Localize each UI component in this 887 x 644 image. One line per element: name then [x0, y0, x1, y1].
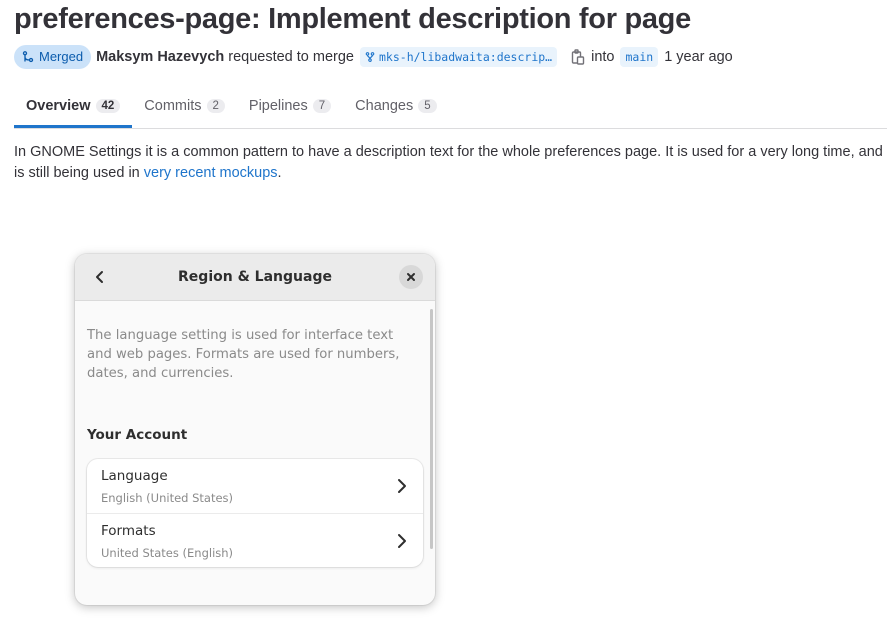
row-subtitle: English (United States): [101, 491, 234, 505]
description-end: .: [277, 165, 282, 181]
merge-request-description: In GNOME Settings it is a common pattern…: [14, 142, 887, 184]
tab-count: 7: [312, 99, 332, 113]
close-button[interactable]: [399, 265, 423, 289]
merge-request-meta: Merged Maksym Hazevych requested to merg…: [14, 44, 733, 69]
window-content: The language setting is used for interfa…: [75, 301, 435, 605]
group-title: Your Account: [87, 427, 188, 443]
tab-count: 2: [206, 99, 225, 113]
tab-label: Commits: [144, 98, 202, 114]
tab-label: Changes: [355, 98, 414, 114]
window-title: Region & Language: [178, 269, 332, 285]
chevron-left-icon: [96, 271, 103, 283]
row-formats[interactable]: Formats United States (English): [87, 513, 423, 567]
tab-label: Pipelines: [248, 98, 308, 114]
preferences-group: Language English (United States) Formats…: [87, 459, 423, 567]
tab-commits[interactable]: Commits 2: [132, 85, 237, 127]
window-header: Region & Language: [75, 254, 435, 301]
tab-count: 42: [95, 99, 121, 113]
back-button[interactable]: [87, 264, 113, 290]
tab-pipelines[interactable]: Pipelines 7: [237, 85, 343, 127]
chevron-right-icon: [398, 534, 406, 548]
row-title: Formats: [101, 523, 156, 539]
into-text: into: [591, 48, 615, 65]
page-description: The language setting is used for interfa…: [87, 328, 400, 381]
merge-icon: [22, 50, 34, 62]
source-branch[interactable]: mks-h/libadwaita:descrip…: [360, 46, 558, 67]
author-link[interactable]: Maksym Hazevych: [96, 49, 224, 65]
tab-changes[interactable]: Changes 5: [343, 85, 448, 127]
mockups-link[interactable]: very recent mockups: [144, 165, 278, 181]
row-language[interactable]: Language English (United States): [87, 459, 423, 513]
time-ago: 1 year ago: [664, 48, 733, 65]
status-badge: Merged: [14, 44, 92, 69]
row-title: Language: [101, 468, 168, 484]
tab-count: 5: [418, 99, 437, 113]
source-branch-label: mks-h/libadwaita:descrip…: [379, 49, 553, 64]
target-branch[interactable]: main: [620, 46, 659, 67]
tab-overview[interactable]: Overview 42: [14, 85, 133, 128]
copy-icon: [571, 48, 585, 65]
close-icon: [407, 273, 415, 281]
row-subtitle: United States (English): [101, 546, 234, 560]
mockup-screenshot-window: Region & Language The language setting i…: [75, 254, 435, 605]
chevron-right-icon: [398, 479, 406, 493]
action-text: requested to merge: [228, 48, 354, 65]
scrollbar[interactable]: [430, 309, 433, 549]
fork-icon: [365, 51, 375, 62]
status-badge-label: Merged: [39, 49, 84, 64]
copy-branch-button[interactable]: [571, 48, 585, 65]
merge-request-tabs: Overview 42 Commits 2 Pipelines 7 Change…: [14, 85, 887, 129]
page-title: preferences-page: Implement description …: [14, 3, 691, 35]
tab-label: Overview: [26, 98, 91, 114]
